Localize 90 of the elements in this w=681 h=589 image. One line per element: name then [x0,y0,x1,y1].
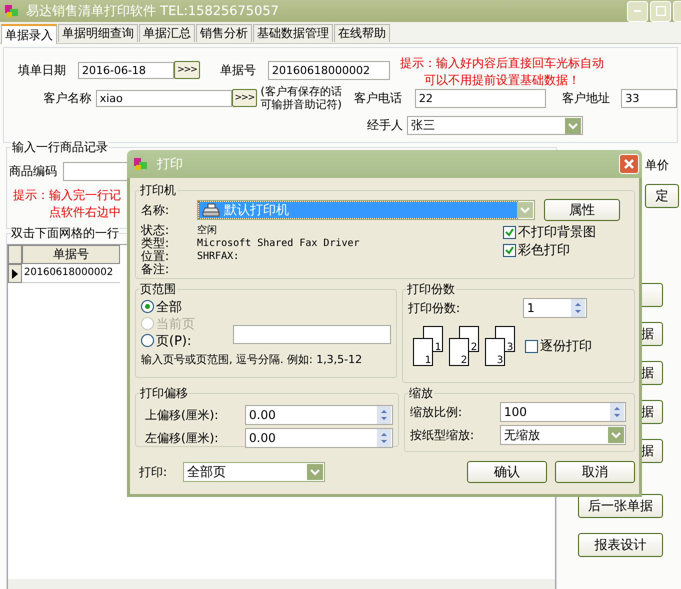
handler-dropdown[interactable]: 张三 [407,116,583,135]
maximize-button[interactable] [650,0,671,22]
note-text: 可输拼音助记符) [260,98,342,111]
number-field[interactable]: 20160618000002 [268,60,390,80]
app-logo-icon [133,156,149,172]
page-range-field[interactable] [233,325,391,344]
field-label: 单据号 [220,62,257,78]
table-cell: 20160618000002 [22,264,120,283]
field-label: 打印份数: [408,300,460,316]
field-label: 填单日期 [18,62,67,78]
printer-icon [202,203,220,217]
date-field[interactable]: 2016-06-18 [78,62,174,78]
field-label: 客户电话 [354,90,403,106]
group-title: 双击下面网格的一行 [11,225,119,242]
field-label: 客户名称 [42,90,92,106]
copies-spinner[interactable]: 1 [523,298,587,318]
print-range-dropdown[interactable]: 全部页 [183,462,325,482]
minimize-icon [634,10,641,12]
dialog-title: 打印 [157,156,184,173]
field-label: 按纸型缩放: [410,426,476,444]
radio-button[interactable]: 全部 [141,298,233,316]
note-text: (客户有保存的话 [260,85,342,98]
field-label: 商品编码 [9,163,57,180]
hint-text: 点软件右边中 [48,204,121,221]
checkbox[interactable]: 逐份打印 [525,337,592,355]
row-pointer-icon [11,268,19,278]
hint-text: 输入页号或页范围, 逗号分隔. 例如: 1,3,5-12 [141,352,364,367]
hint-text: 提示：输入完一行记 [13,187,121,204]
group-title: 页范围 [139,281,177,298]
hint-text: 提示：输入好内容后直接回车光标自动 [400,55,604,72]
row-indicator[interactable] [8,264,22,283]
field-label: 左偏移(厘米): [144,430,220,446]
field-label: 单价 [645,157,669,174]
field-label: 打印: [139,464,168,480]
side-button[interactable]: 报表设计 [578,533,663,557]
info-label: 类型: [141,237,170,250]
side-button[interactable]: 后一张单据 [578,494,663,518]
app-logo-icon [4,3,20,19]
info-label: 备注: [141,263,170,276]
address-field[interactable]: 33 [621,88,678,108]
info-label: 状态: [141,224,170,237]
spin-arrows-icon [377,406,391,424]
tab[interactable]: 在线帮助 [334,24,390,42]
maximize-icon [656,6,666,16]
tab[interactable]: 单据明细查询 [58,24,138,42]
close-button[interactable] [619,154,639,174]
phone-field[interactable]: 22 [414,88,546,108]
hint-text: 可以不用提前设置基础数据！ [424,72,580,89]
grid-corner [8,245,22,264]
field-label: 经手人 [366,117,403,134]
column-header[interactable]: 单据号 [22,245,120,264]
minimize-button[interactable] [627,0,648,22]
fit-dropdown[interactable]: 无缩放 [500,425,626,445]
offset-spinner[interactable]: 0.00 [245,428,393,448]
info-value: SHRFAX: [197,250,240,263]
radio-button[interactable]: 页(P): [141,332,233,350]
scale-spinner[interactable]: 100 [500,402,626,422]
field-label: 上偏移(厘米): [144,406,220,424]
pick-button[interactable]: >>> [174,61,200,79]
pick-button[interactable]: >>> [232,89,256,107]
checkbox[interactable]: 不打印背景图 [503,223,596,241]
tab[interactable]: 销售分析 [196,24,252,42]
info-label: 位置: [141,250,170,263]
tab[interactable]: 基础数据管理 [253,24,333,42]
horizontal-scrollbar[interactable] [8,579,555,589]
info-value: 空闲 [197,224,217,237]
close-button[interactable] [673,0,681,22]
offset-spinner[interactable]: 0.00 [245,405,393,425]
spin-arrows-icon [610,403,624,421]
checkbox[interactable]: 彩色打印 [503,241,596,259]
info-value: Microsoft Shared Fax Driver [197,237,360,250]
group-title: 输入一行商品记录 [11,139,109,156]
group-title: 打印机 [139,182,177,199]
field-label: 客户地址 [562,90,612,106]
spin-arrows-icon [571,299,585,317]
field-label: 缩放比例: [410,404,464,420]
confirm-button[interactable]: 定 [645,184,679,208]
spin-arrows-icon [377,429,391,447]
group-title: 缩放 [408,385,434,402]
group-title: 打印份数 [406,281,456,298]
close-icon [623,158,635,170]
properties-button[interactable]: 属性 [544,199,620,221]
group-title: 打印偏移 [139,385,189,402]
customer-field[interactable]: xiao [96,90,232,106]
dialog-button[interactable]: 确认 [467,461,547,483]
dialog-button[interactable]: 取消 [555,461,635,483]
tab[interactable]: 单据汇总 [139,24,195,42]
field-label: 名称: [141,202,170,218]
window-title: 易达销售清单打印软件 TEL:15825675057 [26,3,280,20]
tab[interactable]: 单据录入 [1,24,57,44]
